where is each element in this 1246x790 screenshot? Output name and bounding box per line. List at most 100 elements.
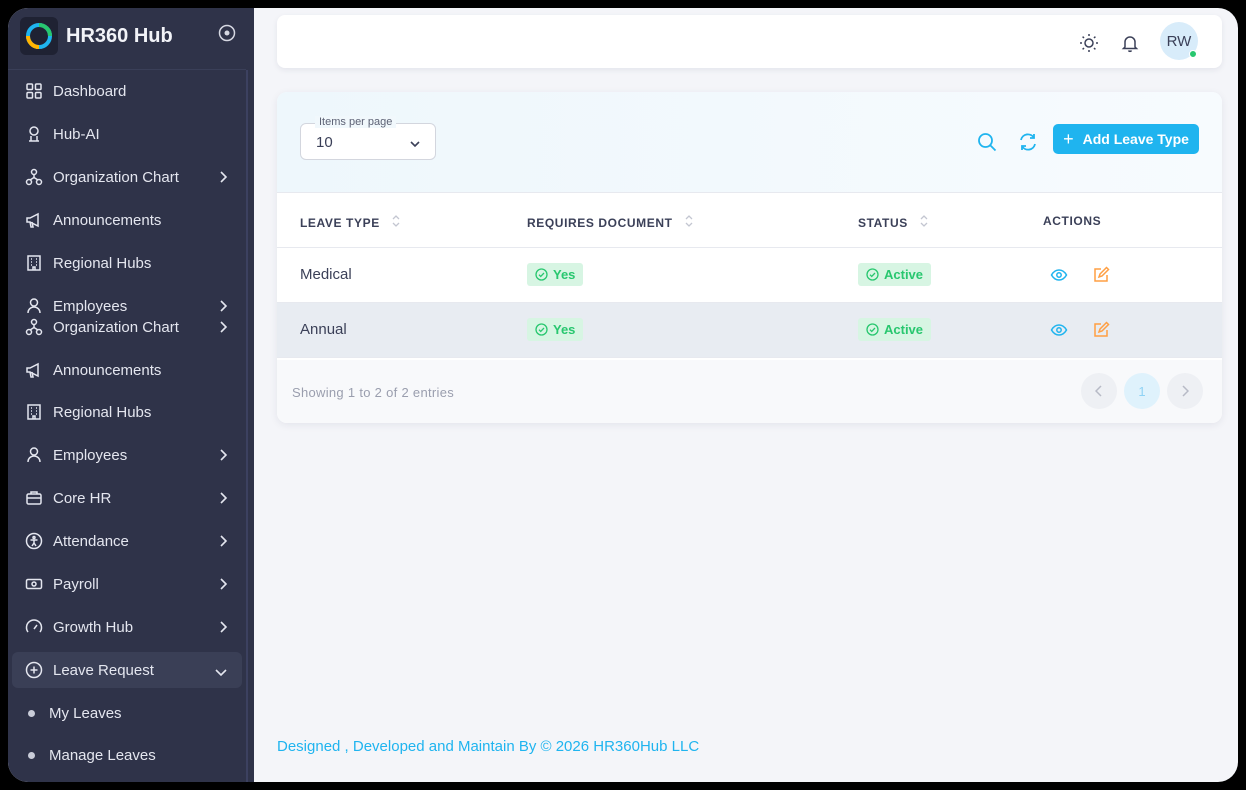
pagination-prev-button[interactable] [1081,373,1117,409]
items-per-page-label: Items per page [315,116,397,128]
column-header-leave-type[interactable]: LEAVE TYPE [300,214,400,231]
column-header-label: LEAVE TYPE [300,215,380,230]
robot-icon [24,124,44,144]
sidebar-item-label: Announcements [53,211,162,229]
online-status-dot [1189,50,1197,58]
sidebar-item-organization-chart[interactable]: Organization Chart [12,159,242,195]
org-chart-icon [24,317,44,337]
column-header-requires-document[interactable]: REQUIRES DOCUMENT [527,214,693,231]
status-badge: Active [858,318,932,341]
column-header-label: ACTIONS [1043,214,1102,228]
leave-type-cell: Annual [300,321,347,338]
sidebar-scrollbar[interactable] [246,70,248,782]
dashboard-icon [24,81,44,101]
sidebar-item-label: Leave Request [53,661,154,679]
copyright-text: Designed , Developed and Maintain By © 2… [277,738,700,755]
items-per-page-select[interactable]: Items per page 10 [300,116,436,160]
plus-circle-icon [24,660,44,680]
chevron-right-icon [218,620,228,638]
chevron-right-icon [1182,385,1189,397]
sidebar-item-employees-2[interactable]: Employees [12,437,242,473]
check-circle-icon [866,268,879,281]
badge-label: Yes [553,322,576,337]
sidebar-item-regional-hubs-2[interactable]: Regional Hubs [12,394,242,430]
entries-summary: Showing 1 to 2 of 2 entries [292,385,455,400]
sidebar-item-core-hr[interactable]: Core HR [12,480,242,516]
sidebar: HR360 Hub Dashboard Hub-AI Organization … [8,8,254,782]
sidebar-item-leave-request[interactable]: Leave Request [12,652,242,688]
edit-pencil-icon[interactable] [1092,266,1110,284]
sidebar-item-dashboard[interactable]: Dashboard [12,73,242,109]
sidebar-item-announcements-2[interactable]: Announcements [12,352,242,388]
pagination-next-button[interactable] [1167,373,1203,409]
sidebar-subitem-manage-leaves[interactable]: Manage Leaves [26,740,236,770]
briefcase-icon [24,488,44,508]
leave-types-card: Items per page 10 + Add Leave Type LEAVE… [277,92,1222,423]
sidebar-item-label: Regional Hubs [53,403,152,421]
page-number: 1 [1138,383,1146,399]
view-eye-icon[interactable] [1050,321,1068,339]
column-header-actions: ACTIONS [1043,214,1101,228]
chevron-right-icon [218,320,228,338]
sort-icon [920,214,928,231]
chevron-right-icon [218,491,228,509]
accessibility-icon [24,531,44,551]
badge-label: Active [884,322,924,337]
megaphone-icon [24,210,44,230]
cash-icon [24,574,44,594]
brand[interactable]: HR360 Hub [20,16,173,56]
brand-logo-icon [20,17,58,55]
requires-document-badge: Yes [527,263,584,286]
sidebar-subitem-label: My Leaves [49,704,122,722]
sort-icon [392,214,400,231]
chevron-right-icon [218,534,228,552]
column-header-label: REQUIRES DOCUMENT [527,215,673,230]
refresh-icon[interactable] [1017,131,1039,153]
app-window: HR360 Hub Dashboard Hub-AI Organization … [8,8,1238,782]
bell-icon[interactable] [1119,32,1141,54]
view-eye-icon[interactable] [1050,266,1068,284]
table-header: LEAVE TYPE REQUIRES DOCUMENT STATUS ACTI… [277,192,1222,248]
gauge-icon [24,617,44,637]
sidebar-subitem-my-leaves[interactable]: My Leaves [26,698,236,728]
plus-icon: + [1063,129,1074,149]
brand-name: HR360 Hub [66,24,173,47]
sidebar-item-hub-ai[interactable]: Hub-AI [12,116,242,152]
check-circle-icon [535,268,548,281]
search-icon[interactable] [976,131,998,153]
pagination-page-button[interactable]: 1 [1124,373,1160,409]
column-header-status[interactable]: STATUS [858,214,928,231]
sidebar-item-label: Organization Chart [53,168,179,186]
building-icon [24,253,44,273]
sidebar-item-payroll[interactable]: Payroll [12,566,242,602]
leave-type-cell: Medical [300,266,352,283]
check-circle-icon [866,323,879,336]
sidebar-item-announcements[interactable]: Announcements [12,202,242,238]
avatar-initials: RW [1166,32,1192,50]
megaphone-icon [24,360,44,380]
topbar: RW [277,15,1222,68]
chevron-right-icon [218,577,228,595]
sidebar-item-label: Payroll [53,575,99,593]
add-leave-type-button[interactable]: + Add Leave Type [1053,124,1199,154]
theme-toggle-icon[interactable] [1078,32,1100,54]
sidebar-item-label: Announcements [53,361,162,379]
sort-icon [685,214,693,231]
column-header-label: STATUS [858,215,908,230]
table-row: Annual Yes Active [277,303,1222,358]
sidebar-item-organization-chart-2[interactable]: Organization Chart [12,309,242,345]
sidebar-item-growth-hub[interactable]: Growth Hub [12,609,242,645]
sidebar-item-label: Hub-AI [53,125,100,143]
user-avatar[interactable]: RW [1160,22,1198,60]
sidebar-collapse-icon[interactable] [218,24,236,47]
chevron-down-icon [214,664,228,681]
edit-pencil-icon[interactable] [1092,321,1110,339]
badge-label: Yes [553,267,576,282]
sidebar-item-label: Growth Hub [53,618,134,636]
sidebar-item-regional-hubs[interactable]: Regional Hubs [12,245,242,281]
sidebar-item-attendance[interactable]: Attendance [12,523,242,559]
sidebar-item-label: Employees [53,446,128,464]
items-per-page-value: 10 [316,134,333,151]
chevron-right-icon [218,448,228,466]
sidebar-item-label: Regional Hubs [53,254,152,272]
